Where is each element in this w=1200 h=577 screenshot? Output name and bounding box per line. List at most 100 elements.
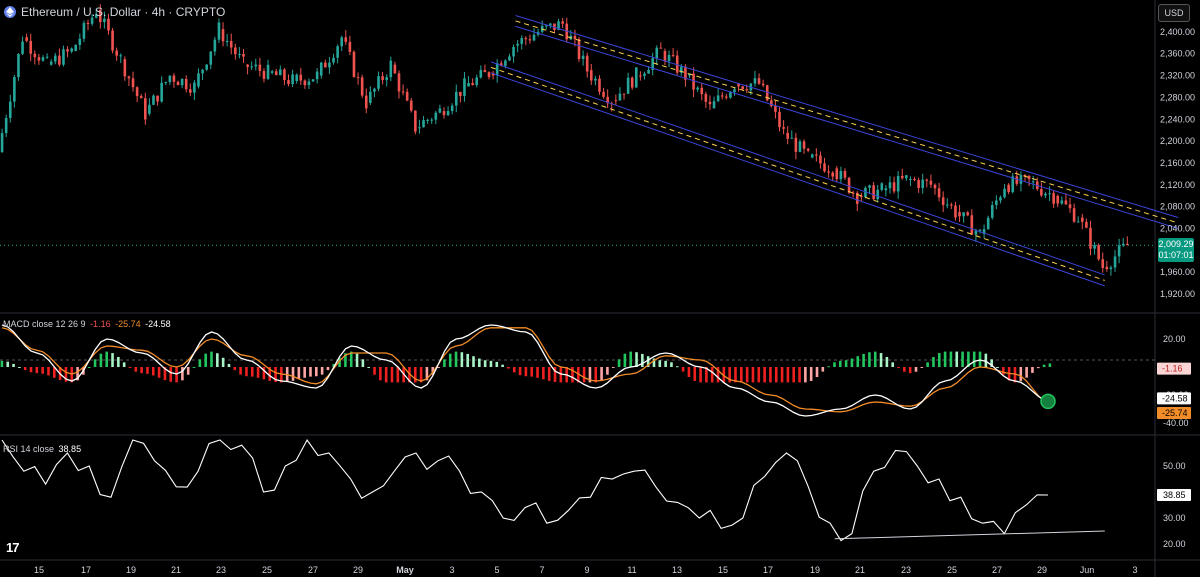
candle-body [139, 96, 143, 99]
macd-histogram-bar [774, 367, 778, 383]
candle-body [324, 62, 327, 68]
rsi-legend[interactable]: RSI 14 close 38.85 [3, 444, 83, 454]
time-tick-label: 5 [494, 565, 499, 575]
macd-histogram-bar [908, 367, 912, 374]
macd-histogram-bar [250, 367, 254, 377]
macd-legend-macd: -24.58 [145, 319, 171, 329]
last-price-value: 2,009.29 [1158, 239, 1194, 249]
channel-upper-outer [515, 14, 1179, 219]
candle-body [176, 81, 180, 86]
rsi-value-tag: 38.85 [1163, 490, 1186, 500]
price-tick-label: 2,320.00 [1160, 71, 1195, 81]
rsi-tick-label: 50.00 [1163, 461, 1186, 471]
candle-body [782, 127, 785, 129]
rsi-tick-label: 30.00 [1163, 513, 1186, 523]
candle-body [344, 37, 348, 42]
macd-histogram-bar [379, 367, 382, 381]
macd-legend[interactable]: MACD close 12 26 9 -1.16 -25.74 -24.58 [3, 319, 173, 329]
descending-channel[interactable] [490, 14, 1179, 287]
macd-histogram-bar [786, 367, 790, 383]
macd-histogram-bar [635, 352, 638, 367]
macd-histogram-bar [530, 367, 534, 377]
candle-body [1089, 227, 1092, 249]
candle-body [990, 205, 994, 218]
candle-body [655, 47, 659, 59]
macd-histogram-bar [594, 367, 598, 383]
candle-body [21, 41, 24, 54]
candle-body [479, 70, 483, 78]
candle-body [512, 46, 515, 57]
candle-body [868, 185, 871, 188]
candle-body [385, 77, 389, 81]
candle-body [475, 77, 479, 86]
candle-body [880, 183, 884, 190]
candle-body [426, 119, 429, 121]
candle-body [418, 127, 421, 129]
time-tick-label: 27 [992, 565, 1002, 575]
candle-body [667, 54, 671, 62]
candle-body [835, 168, 839, 180]
macd-histogram-bar [792, 367, 796, 383]
macd-histogram-bar [1048, 363, 1052, 367]
macd-histogram-bar [844, 360, 848, 367]
macd-tick-label: 20.00 [1163, 334, 1186, 344]
candle-body [896, 175, 900, 192]
candle-body [1101, 259, 1105, 268]
candle-body [1060, 200, 1064, 204]
macd-histogram-bar [233, 367, 237, 371]
price-tick-label: 1,960.00 [1160, 267, 1195, 277]
time-tick-label: 19 [810, 565, 820, 575]
macd-histogram-bar [972, 351, 976, 367]
macd-legend-label: MACD close 12 26 9 [3, 319, 86, 329]
candle-body [1117, 245, 1121, 257]
candle-body [1093, 245, 1096, 249]
time-tick-label: 29 [1037, 565, 1047, 575]
candle-body [585, 55, 589, 72]
candle-body [422, 120, 425, 128]
candle-body [794, 137, 798, 152]
candle-body [107, 18, 110, 31]
candle-body [839, 170, 843, 180]
candle-body [4, 117, 8, 134]
macd-histogram-bar [466, 353, 469, 367]
candle-body [454, 91, 458, 106]
macd-histogram-bar [536, 367, 539, 378]
macd-histogram-bar [641, 353, 644, 367]
rsi-axis: 50.00 30.00 20.00 38.85 [1157, 461, 1191, 549]
candle-body [643, 73, 646, 76]
macd-histogram-bar [664, 360, 667, 367]
candle-body [847, 177, 851, 193]
rsi-divergence-line [834, 530, 1105, 540]
macd-histogram-bar [122, 362, 126, 367]
macd-histogram-bar [256, 367, 260, 378]
macd-histogram-bar [582, 367, 586, 383]
candle-body [933, 184, 937, 189]
candle-body [180, 78, 184, 86]
macd-histogram-bar [856, 356, 860, 367]
candle-body [966, 212, 970, 216]
macd-histogram-bar [518, 367, 522, 376]
candle-body [172, 75, 176, 82]
currency-selector[interactable]: USD [1158, 4, 1190, 22]
tradingview-logo-icon[interactable]: 17 [6, 540, 20, 555]
macd-histogram-bar [710, 367, 714, 383]
macd-histogram-bar [6, 361, 10, 367]
macd-histogram-bar [303, 367, 306, 378]
symbol-title[interactable]: Ethereum / U.S. Dollar · 4h · CRYPTO [4, 5, 225, 19]
candle-body [941, 197, 945, 206]
candle-body [806, 148, 810, 151]
macd-tick-label: -40.00 [1163, 418, 1189, 428]
price-tick-label: 2,280.00 [1160, 92, 1195, 102]
macd-histogram-bar [396, 367, 400, 383]
macd-histogram-bar [547, 367, 551, 381]
candle-body [815, 154, 818, 156]
candle-body [160, 82, 163, 102]
macd-histogram-bar [903, 367, 906, 372]
candle-body [978, 229, 982, 231]
candle-body [712, 101, 716, 109]
candle-body [459, 91, 462, 97]
time-tick-label: 17 [763, 565, 773, 575]
trading-chart[interactable]: 2,400.00 2,360.00 2,320.00 2,280.00 2,240.00… [0, 0, 1200, 577]
candle-body [53, 55, 57, 62]
price-tick-label: 2,360.00 [1160, 49, 1195, 59]
